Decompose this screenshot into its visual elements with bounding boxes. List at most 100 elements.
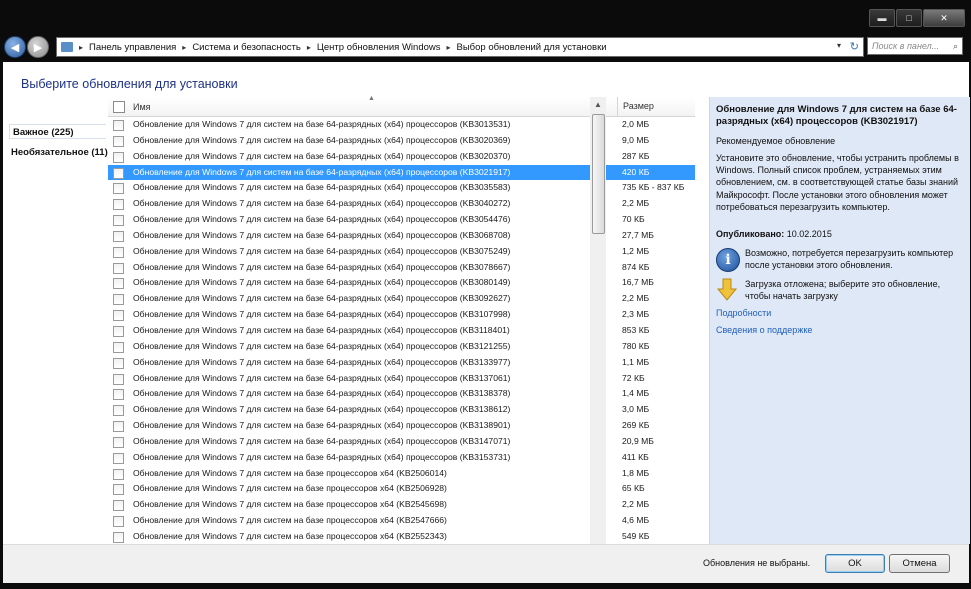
ok-button[interactable]: OK xyxy=(825,554,885,573)
row-checkbox[interactable] xyxy=(113,389,124,401)
column-header-size[interactable]: Размер xyxy=(617,97,654,116)
minimize-button[interactable]: ▬ xyxy=(869,9,895,27)
table-row[interactable]: Обновление для Windows 7 для систем на б… xyxy=(108,117,695,133)
support-info-link[interactable]: Сведения о поддержке xyxy=(716,325,812,335)
back-button[interactable]: ◀ xyxy=(4,36,26,58)
scroll-up-arrow[interactable]: ▲ xyxy=(590,97,606,113)
breadcrumb-select-updates[interactable]: Выбор обновлений для установки xyxy=(453,42,611,53)
table-row[interactable]: Обновление для Windows 7 для систем на б… xyxy=(108,291,695,307)
row-checkbox[interactable] xyxy=(113,262,124,274)
details-pane: Обновление для Windows 7 для систем на б… xyxy=(709,97,970,544)
table-row[interactable]: Обновление для Windows 7 для систем на б… xyxy=(108,339,695,355)
details-link[interactable]: Подробности xyxy=(716,308,771,318)
table-row[interactable]: Обновление для Windows 7 для систем на б… xyxy=(108,402,695,418)
table-row[interactable]: Обновление для Windows 7 для систем на б… xyxy=(108,466,695,482)
row-checkbox[interactable] xyxy=(113,500,124,512)
table-row[interactable]: Обновление для Windows 7 для систем на б… xyxy=(108,529,695,545)
table-row[interactable]: Обновление для Windows 7 для систем на б… xyxy=(108,307,695,323)
table-row[interactable]: Обновление для Windows 7 для систем на б… xyxy=(108,434,695,450)
row-checkbox[interactable] xyxy=(113,294,124,306)
row-checkbox[interactable] xyxy=(113,151,124,163)
table-row[interactable]: Обновление для Windows 7 для систем на б… xyxy=(108,212,695,228)
table-row[interactable]: Обновление для Windows 7 для систем на б… xyxy=(108,481,695,497)
table-row[interactable]: Обновление для Windows 7 для систем на б… xyxy=(108,244,695,260)
select-all-checkbox[interactable] xyxy=(113,101,125,113)
published-date: 10.02.2015 xyxy=(786,229,832,239)
update-name: Обновление для Windows 7 для систем на б… xyxy=(133,324,510,335)
update-name: Обновление для Windows 7 для систем на б… xyxy=(133,372,511,383)
scroll-thumb[interactable] xyxy=(592,114,605,234)
update-name: Обновление для Windows 7 для систем на б… xyxy=(133,150,511,161)
update-size: 1,8 МБ xyxy=(622,467,650,478)
table-row[interactable]: Обновление для Windows 7 для систем на б… xyxy=(108,260,695,276)
column-header-name[interactable]: Имя xyxy=(133,102,151,112)
table-row[interactable]: Обновление для Windows 7 для систем на б… xyxy=(108,323,695,339)
update-size: 65 КБ xyxy=(622,483,645,494)
row-checkbox[interactable] xyxy=(113,421,124,433)
breadcrumb-control-panel[interactable]: Панель управления xyxy=(85,42,180,53)
update-name: Обновление для Windows 7 для систем на б… xyxy=(133,340,511,351)
row-checkbox[interactable] xyxy=(113,484,124,496)
detail-description: Установите это обновление, чтобы устрани… xyxy=(716,153,959,212)
chevron-right-icon[interactable]: ▸ xyxy=(77,43,85,52)
row-checkbox[interactable] xyxy=(113,278,124,290)
table-row[interactable]: Обновление для Windows 7 для систем на б… xyxy=(108,180,695,196)
chevron-down-icon[interactable]: ▾ xyxy=(837,41,841,50)
update-size: 2,3 МБ xyxy=(622,309,650,320)
breadcrumb-system-security[interactable]: Система и безопасность xyxy=(188,42,305,53)
table-row[interactable]: Обновление для Windows 7 для систем на б… xyxy=(108,513,695,529)
row-checkbox[interactable] xyxy=(113,405,124,417)
search-icon[interactable]: ⌕ xyxy=(953,41,958,52)
table-row[interactable]: Обновление для Windows 7 для систем на б… xyxy=(108,164,695,181)
update-name: Обновление для Windows 7 для систем на б… xyxy=(133,293,511,304)
row-checkbox[interactable] xyxy=(113,167,124,179)
row-checkbox[interactable] xyxy=(113,230,124,242)
table-row[interactable]: Обновление для Windows 7 для систем на б… xyxy=(108,149,695,165)
row-checkbox[interactable] xyxy=(113,215,124,227)
search-input[interactable]: Поиск в панел... ⌕ xyxy=(867,37,963,55)
row-checkbox[interactable] xyxy=(113,341,124,353)
row-checkbox[interactable] xyxy=(113,357,124,369)
row-checkbox[interactable] xyxy=(113,310,124,322)
bottom-bar: Обновления не выбраны. OK Отмена xyxy=(3,544,969,583)
update-size: 420 КБ xyxy=(622,166,650,177)
row-checkbox[interactable] xyxy=(113,183,124,195)
table-row[interactable]: Обновление для Windows 7 для систем на б… xyxy=(108,450,695,466)
forward-button[interactable]: ▶ xyxy=(27,36,49,58)
refresh-icon[interactable]: ↻ xyxy=(850,40,859,53)
row-checkbox[interactable] xyxy=(113,373,124,385)
table-row[interactable]: Обновление для Windows 7 для систем на б… xyxy=(108,418,695,434)
category-optional[interactable]: Необязательное (11) xyxy=(11,147,108,158)
table-row[interactable]: Обновление для Windows 7 для систем на б… xyxy=(108,497,695,513)
table-row[interactable]: Обновление для Windows 7 для систем на б… xyxy=(108,133,695,149)
update-name: Обновление для Windows 7 для систем на б… xyxy=(133,134,511,145)
breadcrumb-windows-update[interactable]: Центр обновления Windows xyxy=(313,42,445,53)
row-checkbox[interactable] xyxy=(113,199,124,211)
row-checkbox[interactable] xyxy=(113,516,124,528)
table-row[interactable]: Обновление для Windows 7 для систем на б… xyxy=(108,275,695,291)
chevron-right-icon[interactable]: ▸ xyxy=(445,43,453,52)
row-checkbox[interactable] xyxy=(113,436,124,448)
table-row[interactable]: Обновление для Windows 7 для систем на б… xyxy=(108,386,695,402)
update-name: Обновление для Windows 7 для систем на б… xyxy=(133,483,447,494)
chevron-right-icon[interactable]: ▸ xyxy=(305,43,313,52)
row-checkbox[interactable] xyxy=(113,452,124,464)
table-row[interactable]: Обновление для Windows 7 для систем на б… xyxy=(108,355,695,371)
close-button[interactable]: ✕ xyxy=(923,9,965,27)
table-row[interactable]: Обновление для Windows 7 для систем на б… xyxy=(108,196,695,212)
maximize-button[interactable]: □ xyxy=(896,9,922,27)
detail-published: Опубликовано: 10.02.2015 xyxy=(716,229,832,239)
row-checkbox[interactable] xyxy=(113,135,124,147)
category-important[interactable]: Важное (225) xyxy=(9,124,106,139)
table-row[interactable]: Обновление для Windows 7 для систем на б… xyxy=(108,228,695,244)
row-checkbox[interactable] xyxy=(113,246,124,258)
chevron-right-icon[interactable]: ▸ xyxy=(180,43,188,52)
row-checkbox[interactable] xyxy=(113,120,124,131)
row-checkbox[interactable] xyxy=(113,531,124,543)
address-bar[interactable]: ▸ Панель управления ▸ Система и безопасн… xyxy=(56,37,864,57)
list-scrollbar[interactable]: ▲ xyxy=(590,97,606,544)
table-row[interactable]: Обновление для Windows 7 для систем на б… xyxy=(108,371,695,387)
row-checkbox[interactable] xyxy=(113,468,124,480)
cancel-button[interactable]: Отмена xyxy=(889,554,950,573)
row-checkbox[interactable] xyxy=(113,325,124,337)
